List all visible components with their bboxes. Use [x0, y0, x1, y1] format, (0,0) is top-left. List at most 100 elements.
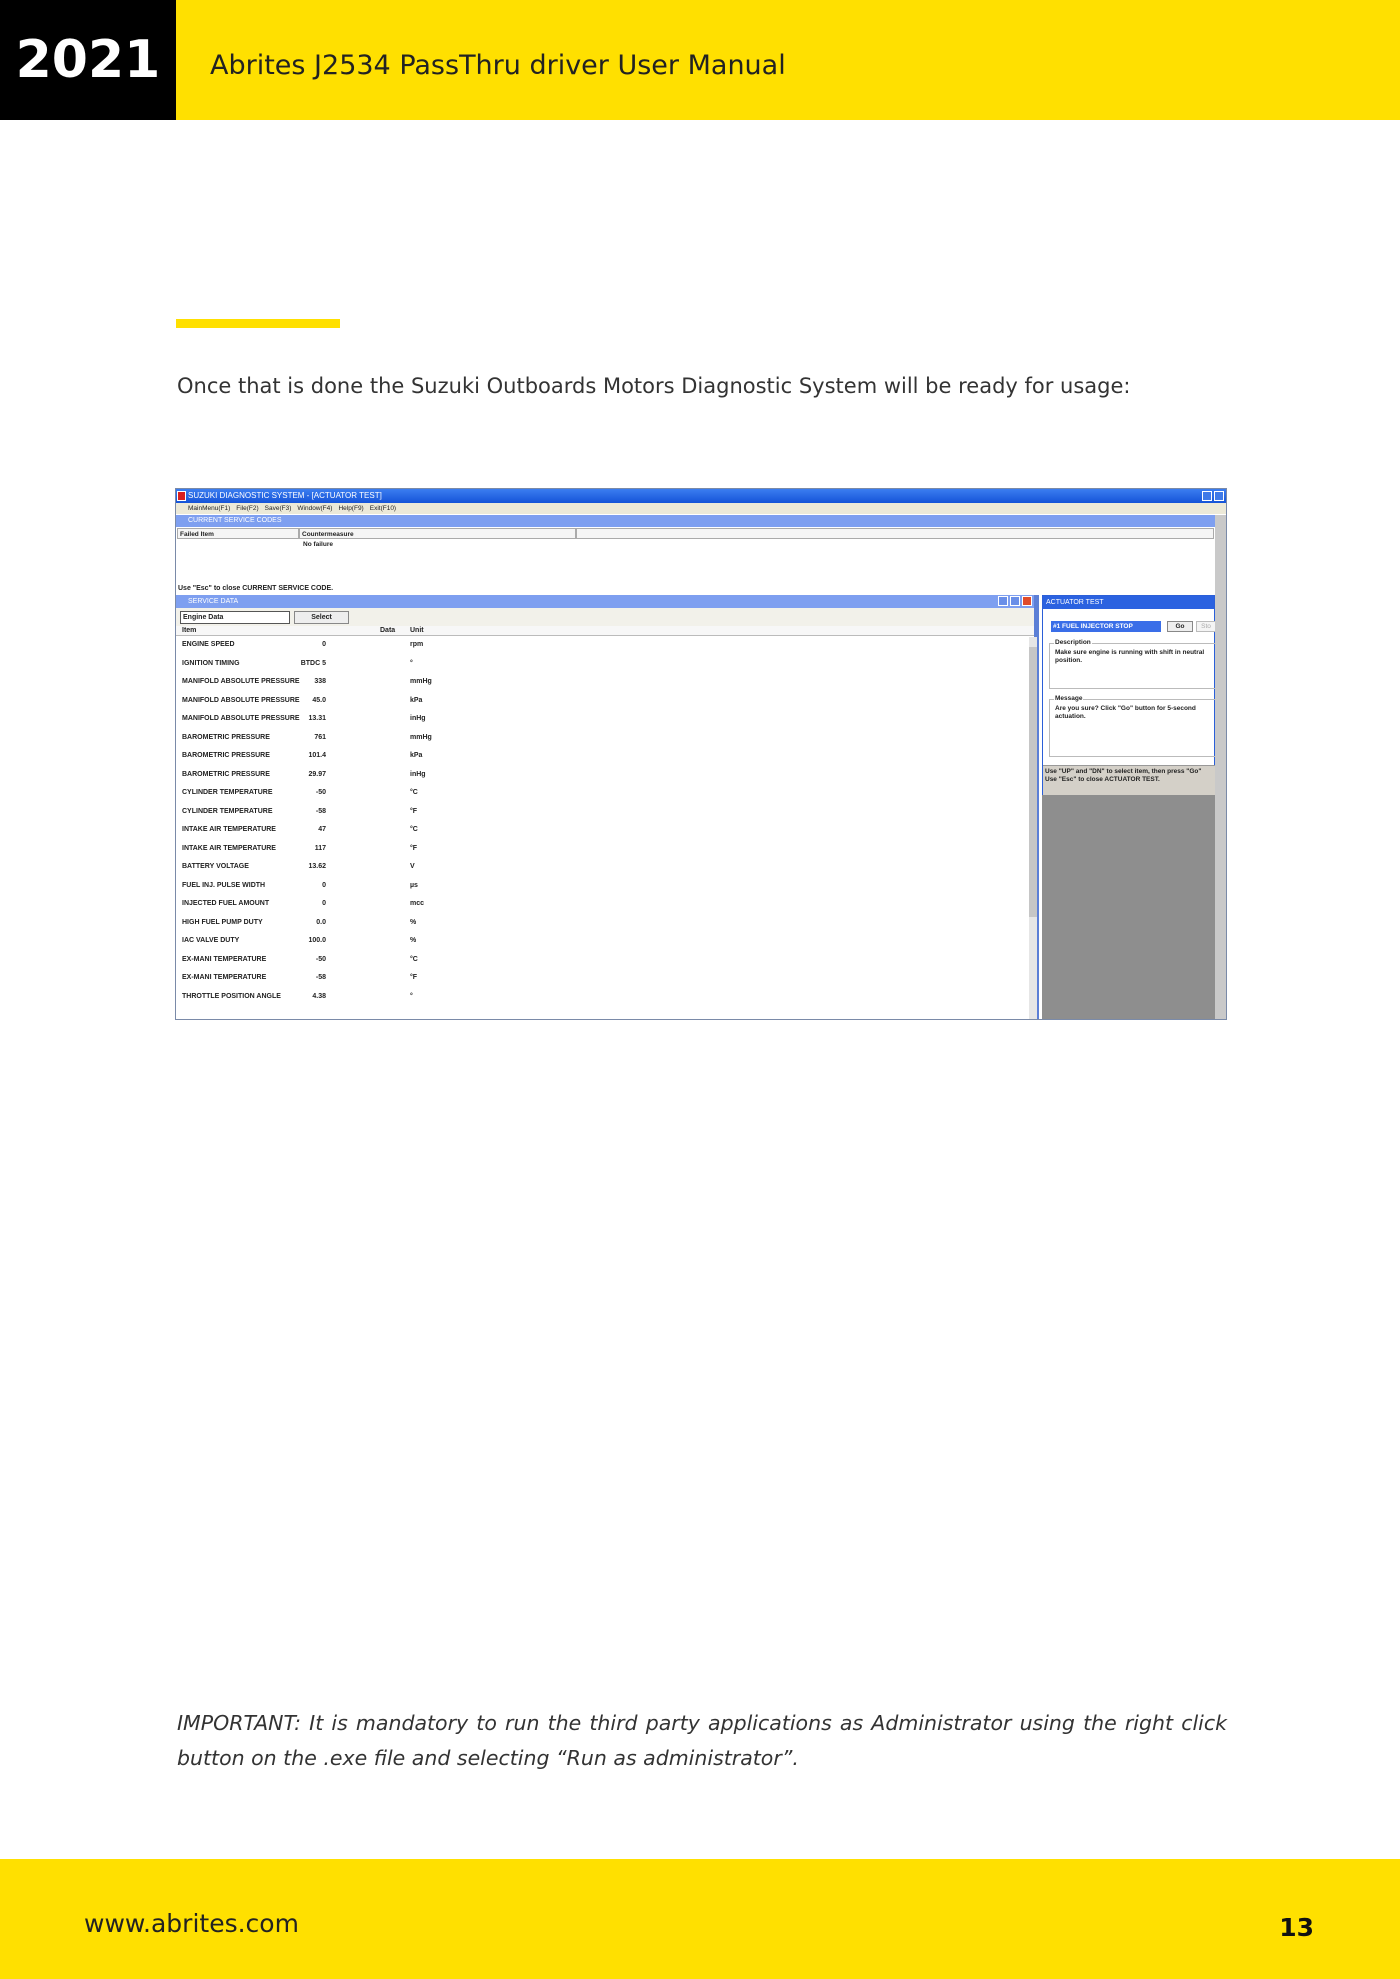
table-row: FUEL INJ. PULSE WIDTH 0 µs [176, 877, 1034, 896]
col-item: Item [182, 627, 197, 634]
sd-scrollbar[interactable] [1029, 637, 1037, 1019]
minimize-icon[interactable] [998, 596, 1008, 606]
select-button[interactable]: Select [294, 611, 349, 624]
row-unit: °F [410, 844, 418, 852]
col-data: Data [380, 627, 396, 634]
table-row: BAROMETRIC PRESSURE 761 mmHg [176, 729, 1034, 748]
row-item: BATTERY VOLTAGE [182, 863, 249, 870]
table-row: BAROMETRIC PRESSURE 29.97 inHg [176, 766, 1034, 785]
row-unit: % [410, 918, 417, 926]
menu-main[interactable]: MainMenu(F1) [188, 503, 230, 514]
menu-window[interactable]: Window(F4) [297, 503, 332, 514]
actuator-test-area: ACTUATOR TEST #1 FUEL INJECTOR STOP Go S… [1042, 595, 1219, 1019]
actuator-test-window: ACTUATOR TEST #1 FUEL INJECTOR STOP Go S… [1042, 595, 1219, 795]
at-footer-line1: Use "UP" and "DN" to select item, then p… [1045, 768, 1202, 775]
row-data: 338 [314, 678, 326, 685]
at-titlebar: ACTUATOR TEST [1043, 596, 1214, 609]
row-unit: ° [410, 659, 413, 667]
table-row: IAC VALVE DUTY 100.0% [176, 932, 1034, 951]
row-item: MANIFOLD ABSOLUTE PRESSURE [182, 715, 300, 722]
row-item: ENGINE SPEED [182, 641, 235, 648]
intro-paragraph: Once that is done the Suzuki Outboards M… [177, 374, 1131, 398]
description-group: Description Make sure engine is running … [1049, 639, 1219, 689]
table-row: CYLINDER TEMPERATURE -58 °F [176, 803, 1034, 822]
row-item: EX-MANI TEMPERATURE [182, 974, 267, 981]
row-unit: µs [410, 881, 418, 889]
maximize-icon[interactable] [1214, 491, 1224, 501]
restore-icon[interactable] [1010, 596, 1020, 606]
window-titlebar: SUZUKI DIAGNOSTIC SYSTEM - [ACTUATOR TES… [176, 489, 1226, 503]
go-button[interactable]: Go [1167, 621, 1193, 632]
row-data: 4.38 [312, 992, 326, 1000]
row-item: CYLINDER TEMPERATURE [182, 789, 273, 796]
table-row: ENGINE SPEED 0 rpm [176, 636, 1034, 655]
service-data-window: SERVICE DATA Engine Data Select Item Dat… [176, 595, 1039, 1019]
close-icon[interactable] [1022, 596, 1032, 606]
table-row: INTAKE AIR TEMPERATURE 47 °C [176, 821, 1034, 840]
row-unit: mmHg [410, 733, 432, 741]
menu-file[interactable]: File(F2) [236, 503, 258, 514]
actuator-select[interactable]: #1 FUEL INJECTOR STOP [1051, 621, 1161, 632]
row-unit: °F [410, 807, 418, 815]
row-unit: kPa [410, 696, 423, 704]
row-unit: mcc [410, 900, 425, 907]
table-row: BAROMETRIC PRESSURE 101.4 kPa [176, 747, 1034, 766]
row-data: 13.31 [308, 715, 326, 722]
menu-help[interactable]: Help(F9) [338, 503, 363, 514]
row-unit: inHg [410, 715, 426, 722]
important-note: IMPORTANT: It is mandatory to run the th… [177, 1711, 1227, 1770]
row-data: 0 [322, 641, 326, 648]
menu-exit[interactable]: Exit(F10) [370, 503, 396, 514]
col-empty [576, 528, 1214, 539]
row-data: 117 [314, 844, 326, 852]
main-scrollbar[interactable] [1215, 515, 1226, 1019]
page-header: 2021 Abrites J2534 PassThru driver User … [0, 0, 1400, 120]
row-item: MANIFOLD ABSOLUTE PRESSURE [182, 678, 300, 685]
csc-table: Failed Item Countermeasure No failure [176, 527, 1215, 585]
stop-button[interactable]: Sto [1196, 621, 1216, 632]
row-item: THROTTLE POSITION ANGLE [182, 992, 281, 1000]
row-item: FUEL INJ. PULSE WIDTH [182, 881, 266, 889]
row-item: BAROMETRIC PRESSURE [182, 752, 270, 759]
row-item: INTAKE AIR TEMPERATURE [182, 844, 276, 852]
message-label: Message [1054, 695, 1084, 702]
row-item: MANIFOLD ABSOLUTE PRESSURE [182, 696, 300, 704]
row-data: 761 [314, 733, 326, 741]
sd-toolbar: Engine Data Select [176, 608, 1034, 626]
sd-rows: ENGINE SPEED 0 rpm IGNITION TIMING BTDC 5 ° MA… [176, 636, 1034, 1006]
minimize-icon[interactable] [1202, 491, 1212, 501]
csc-footer: Use "Esc" to close CURRENT SERVICE CODE. [178, 585, 334, 592]
row-data: 100.0 [308, 937, 326, 944]
table-row: MANIFOLD ABSOLUTE PRESSURE 13.31 inHg [176, 710, 1034, 729]
table-row: INTAKE AIR TEMPERATURE 117 °F [176, 840, 1034, 859]
window-title: SUZUKI DIAGNOSTIC SYSTEM - [ACTUATOR TES… [188, 491, 382, 500]
row-item: IGNITION TIMING [182, 659, 240, 667]
row-data: 29.97 [308, 770, 326, 778]
page-number: 13 [1279, 1913, 1314, 1942]
data-category-select[interactable]: Engine Data [180, 611, 290, 624]
row-data: 101.4 [308, 752, 326, 759]
suzuki-logo-icon [177, 491, 186, 501]
description-text: Make sure engine is running with shift i… [1055, 649, 1205, 664]
row-data: -58 [315, 807, 326, 815]
row-data: 45.0 [312, 696, 326, 704]
scroll-thumb[interactable] [1029, 647, 1037, 917]
row-data: -50 [315, 789, 326, 796]
row-unit: rpm [410, 641, 424, 648]
row-unit: % [410, 937, 417, 944]
current-service-codes-window: CURRENT SERVICE CODES Failed Item Counte… [176, 515, 1215, 595]
sd-title: SERVICE DATA [188, 598, 239, 605]
sd-titlebar: SERVICE DATA [176, 595, 1034, 608]
row-unit: °C [410, 789, 418, 796]
at-footer-line2: Use "Esc" to close ACTUATOR TEST. [1045, 776, 1160, 783]
at-footer: Use "UP" and "DN" to select item, then p… [1043, 765, 1216, 795]
row-item: BAROMETRIC PRESSURE [182, 770, 270, 778]
document-title: Abrites J2534 PassThru driver User Manua… [210, 50, 786, 81]
website-link[interactable]: www.abrites.com [84, 1909, 299, 1938]
page-footer: www.abrites.com 13 [0, 1859, 1400, 1979]
row-data: 0.0 [316, 918, 326, 926]
row-unit: inHg [410, 770, 426, 778]
row-unit: V [410, 863, 415, 870]
menu-save[interactable]: Save(F3) [265, 503, 292, 514]
row-data: 13.62 [308, 863, 326, 870]
